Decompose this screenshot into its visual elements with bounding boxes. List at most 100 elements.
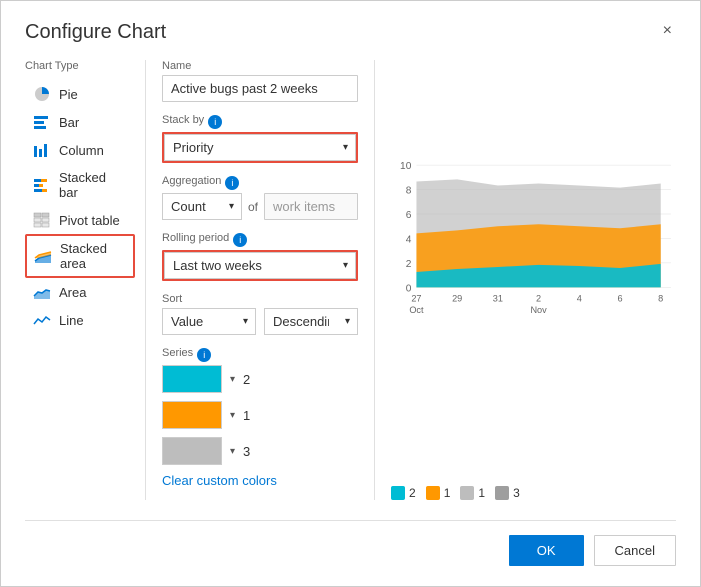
chart-type-column[interactable]: Column [25,136,135,164]
area-icon [32,284,52,300]
chart-type-pivot-table[interactable]: Pivot table [25,206,135,234]
series-chevron-2[interactable]: ▾ [230,446,235,457]
legend-item-2: 1 [460,486,485,500]
legend-item-0: 2 [391,486,416,500]
legend-item-3: 3 [495,486,520,500]
dialog-header: Configure Chart × [25,21,676,44]
svg-text:2: 2 [406,259,412,270]
chart-type-panel: Chart Type Pie Bar Column [25,60,145,500]
dialog-footer: OK Cancel [25,520,676,566]
chart-legend: 2 1 1 3 [391,486,676,500]
svg-text:4: 4 [577,294,582,304]
chart-type-bar-label: Bar [59,115,79,130]
line-icon [32,312,52,328]
rolling-period-select[interactable]: Last two weeks [164,252,356,279]
of-label: of [248,200,258,214]
chart-svg: 10 8 6 4 2 0 [391,60,676,478]
stacked-bar-icon [32,177,52,193]
sort-order-select[interactable]: Descending [264,308,358,335]
pivot-icon [32,212,52,228]
chart-type-line[interactable]: Line [25,306,135,334]
aggregation-row: Count ▾ of [162,193,358,220]
ok-button[interactable]: OK [509,535,584,566]
series-chevron-1[interactable]: ▾ [230,410,235,421]
chart-type-pivot-label: Pivot table [59,213,120,228]
aggregation-field-group: Aggregation i Count ▾ of [162,175,358,220]
rolling-period-label-row: Rolling period i [162,232,358,247]
chart-type-line-label: Line [59,313,84,328]
stack-by-field-group: Stack by i Priority ▾ [162,114,358,163]
chart-type-pie-label: Pie [59,87,78,102]
cancel-button[interactable]: Cancel [594,535,676,566]
legend-dot-1 [426,486,440,500]
stack-by-label: Stack by [162,114,204,126]
column-icon [32,142,52,158]
aggregation-info-icon[interactable]: i [225,176,239,190]
svg-text:8: 8 [658,294,663,304]
rolling-period-field-group: Rolling period i Last two weeks ▾ [162,232,358,281]
series-color-2[interactable] [162,437,222,465]
rolling-period-info-icon[interactable]: i [233,233,247,247]
stack-by-select[interactable]: Priority [164,134,356,161]
series-label-1: 1 [243,408,250,423]
chart-type-stacked-bar[interactable]: Stacked bar [25,164,135,206]
svg-text:29: 29 [452,294,462,304]
clear-custom-colors-link[interactable]: Clear custom colors [162,473,277,488]
legend-label-1: 1 [444,486,451,500]
series-label-2: 3 [243,444,250,459]
legend-dot-3 [495,486,509,500]
svg-text:31: 31 [493,294,503,304]
series-color-1[interactable] [162,401,222,429]
svg-text:6: 6 [406,210,412,221]
aggregation-label-row: Aggregation i [162,175,358,190]
chart-type-area[interactable]: Area [25,278,135,306]
chart-type-stacked-area[interactable]: Stacked area [25,234,135,278]
chart-type-bar[interactable]: Bar [25,108,135,136]
chart-type-stacked-area-label: Stacked area [60,241,127,271]
dialog-title: Configure Chart [25,21,166,44]
chart-panel: 10 8 6 4 2 0 [375,60,676,500]
name-field-group: Name [162,60,358,102]
svg-text:4: 4 [406,235,412,246]
stack-by-label-row: Stack by i [162,114,358,129]
aggregation-items-input [264,193,358,220]
series-row-0: ▾ 2 [162,365,358,393]
svg-text:Nov: Nov [530,305,547,315]
stack-by-info-icon[interactable]: i [208,115,222,129]
chart-preview: 10 8 6 4 2 0 [391,60,676,478]
pie-icon [32,86,52,102]
name-label: Name [162,60,358,72]
sort-value-select-wrapper: Value ▾ [162,308,256,335]
bar-icon [32,114,52,130]
stacked-area-icon [33,248,53,264]
aggregation-select[interactable]: Count [162,193,242,220]
svg-text:10: 10 [400,161,412,172]
svg-text:8: 8 [406,186,412,197]
series-color-0[interactable] [162,365,222,393]
name-input[interactable] [162,75,358,102]
sort-label: Sort [162,293,358,305]
sort-value-select[interactable]: Value [162,308,256,335]
series-info-icon[interactable]: i [197,348,211,362]
aggregation-select-wrapper: Count ▾ [162,193,242,220]
aggregation-label: Aggregation [162,175,221,187]
chart-type-pie[interactable]: Pie [25,80,135,108]
chart-type-label: Chart Type [25,60,135,72]
series-label-0: 2 [243,372,250,387]
sort-row: Value ▾ Descending ▾ [162,308,358,335]
clear-colors-wrapper: Clear custom colors [162,473,358,488]
rolling-period-select-wrapper: Last two weeks ▾ [162,250,358,281]
sort-field-group: Sort Value ▾ Descending ▾ [162,293,358,335]
stack-by-select-wrapper: Priority ▾ [162,132,358,163]
legend-item-1: 1 [426,486,451,500]
series-label: Series [162,347,193,359]
configure-chart-dialog: Configure Chart × Chart Type Pie Bar [0,0,701,587]
series-chevron-0[interactable]: ▾ [230,374,235,385]
series-row-2: ▾ 3 [162,437,358,465]
legend-label-2: 1 [478,486,485,500]
series-row-1: ▾ 1 [162,401,358,429]
svg-text:Oct: Oct [409,305,424,315]
series-label-row: Series i [162,347,358,362]
chart-type-column-label: Column [59,143,104,158]
close-button[interactable]: × [659,21,676,41]
